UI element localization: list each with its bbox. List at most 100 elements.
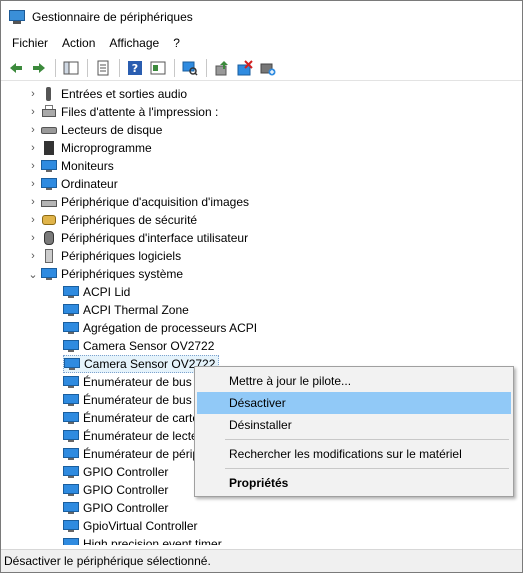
menu-item-scan-changes[interactable]: Rechercher les modifications sur le maté… (197, 443, 511, 465)
printer-icon (41, 105, 57, 119)
tree-device-label: High precision event timer (83, 537, 222, 545)
chevron-right-icon[interactable]: › (27, 193, 39, 211)
chevron-right-icon[interactable]: › (27, 229, 39, 247)
tree-category-label: Périphériques logiciels (61, 249, 182, 263)
tree-category-label: Périphérique d'acquisition d'images (61, 195, 250, 209)
back-icon[interactable] (5, 57, 27, 79)
tree-category-label: Lecteurs de disque (61, 123, 163, 137)
hid-icon (41, 231, 57, 245)
menu-bar: Fichier Action Affichage ? (1, 33, 522, 53)
menu-separator (225, 439, 509, 440)
context-menu: Mettre à jour le pilote... Désactiver Dé… (194, 366, 514, 497)
menu-item-uninstall[interactable]: Désinstaller (197, 414, 511, 436)
tree-category-software-devices[interactable]: › Périphériques logiciels (27, 247, 181, 265)
tree-device-item[interactable]: Agrégation de processeurs ACPI (63, 319, 257, 337)
tree-category-disk-drives[interactable]: › Lecteurs de disque (27, 121, 162, 139)
device-manager-icon (9, 10, 25, 24)
tree-device-item[interactable]: GPIO Controller (63, 499, 168, 517)
properties-icon[interactable] (92, 57, 114, 79)
tree-device-label: ACPI Thermal Zone (83, 303, 189, 317)
system-device-icon (63, 375, 79, 389)
tree-device-label: Énumérateur de bus (83, 375, 192, 389)
tree-device-item[interactable]: Énumérateur de lecte (63, 427, 198, 445)
tree-device-item[interactable]: Énumérateur de périp (63, 445, 199, 463)
tree-device-item[interactable]: GPIO Controller (63, 481, 168, 499)
tree-device-label: Énumérateur de lecte (83, 429, 198, 443)
tree-device-item[interactable]: Énumérateur de carte (63, 409, 199, 427)
toolbar-separator (206, 58, 207, 77)
forward-icon[interactable] (28, 57, 50, 79)
tree-device-label: Énumérateur de carte (83, 411, 200, 425)
tree-category-label: Microprogramme (61, 141, 152, 155)
tree-category-hid[interactable]: › Périphériques d'interface utilisateur (27, 229, 248, 247)
menu-item-properties[interactable]: Propriétés (197, 472, 511, 494)
tree-device-item[interactable]: GPIO Controller (63, 463, 168, 481)
disk-icon (41, 123, 57, 137)
tree-device-label: GPIO Controller (83, 501, 169, 515)
system-device-icon (63, 393, 79, 407)
tree-device-item[interactable]: ACPI Lid (63, 283, 130, 301)
system-device-icon (64, 357, 80, 371)
tree-device-item[interactable]: High precision event timer (63, 535, 222, 545)
disable-device-icon[interactable] (234, 57, 256, 79)
menu-fichier[interactable]: Fichier (5, 33, 55, 53)
menu-item-disable[interactable]: Désactiver (197, 392, 511, 414)
system-device-icon (63, 465, 79, 479)
menu-item-update-driver[interactable]: Mettre à jour le pilote... (197, 370, 511, 392)
device-manager-window: Gestionnaire de périphériques Fichier Ac… (0, 0, 523, 573)
system-device-icon (63, 411, 79, 425)
menu-separator (225, 468, 509, 469)
chevron-right-icon[interactable]: › (27, 211, 39, 229)
tree-device-item[interactable]: Énumérateur de bus (63, 373, 192, 391)
tree-category-label: Files d'attente à l'impression : (61, 105, 219, 119)
key-icon (41, 213, 57, 227)
chevron-right-icon[interactable]: › (27, 121, 39, 139)
toolbar-separator (174, 58, 175, 77)
tree-category-label: Entrées et sorties audio (61, 87, 188, 101)
toolbar: ? (1, 55, 522, 81)
toolbar-separator (55, 58, 56, 77)
tree-device-item[interactable]: Énumérateur de bus (63, 391, 192, 409)
tree-device-item[interactable]: ACPI Thermal Zone (63, 301, 189, 319)
menu-help[interactable]: ? (166, 33, 187, 53)
chevron-right-icon[interactable]: › (27, 139, 39, 157)
update-driver-icon[interactable] (211, 57, 233, 79)
install-icon[interactable] (257, 57, 279, 79)
system-device-icon (63, 429, 79, 443)
svg-text:?: ? (132, 62, 138, 75)
tree-device-item[interactable]: GpioVirtual Controller (63, 517, 198, 535)
system-device-icon (63, 519, 79, 533)
software-device-icon (41, 249, 57, 263)
audio-icon (41, 87, 57, 101)
tree-category-monitors[interactable]: › Moniteurs (27, 157, 114, 175)
show-hide-tree-icon[interactable] (60, 57, 82, 79)
action-icon[interactable] (147, 57, 169, 79)
tree-category-computer[interactable]: › Ordinateur (27, 175, 118, 193)
chevron-right-icon[interactable]: › (27, 103, 39, 121)
system-device-icon (63, 447, 79, 461)
tree-category-imaging[interactable]: › Périphérique d'acquisition d'images (27, 193, 249, 211)
chevron-right-icon[interactable]: › (27, 175, 39, 193)
scanner-icon (41, 195, 57, 209)
tree-device-item[interactable]: Camera Sensor OV2722 (63, 337, 214, 355)
tree-category-print-queues[interactable]: › Files d'attente à l'impression : (27, 103, 218, 121)
tree-device-label: Énumérateur de bus (83, 393, 192, 407)
menu-affichage[interactable]: Affichage (102, 33, 166, 53)
scan-hardware-icon[interactable] (179, 57, 201, 79)
tree-category-system-devices[interactable]: ⌄ Périphériques système (27, 265, 183, 283)
menu-action[interactable]: Action (55, 33, 102, 53)
system-device-icon (63, 303, 79, 317)
chevron-right-icon[interactable]: › (27, 157, 39, 175)
chevron-right-icon[interactable]: › (27, 247, 39, 265)
tree-category-firmware[interactable]: › Microprogramme (27, 139, 152, 157)
tree-category-audio[interactable]: › Entrées et sorties audio (27, 85, 187, 103)
chevron-right-icon[interactable]: › (27, 85, 39, 103)
tree-device-label: GpioVirtual Controller (83, 519, 198, 533)
monitor-icon (41, 159, 57, 173)
computer-icon (41, 177, 57, 191)
tree-category-security[interactable]: › Périphériques de sécurité (27, 211, 197, 229)
tree-device-label: GPIO Controller (83, 483, 169, 497)
toolbar-separator (119, 58, 120, 77)
chevron-down-icon[interactable]: ⌄ (27, 265, 39, 283)
help-icon[interactable]: ? (124, 57, 146, 79)
